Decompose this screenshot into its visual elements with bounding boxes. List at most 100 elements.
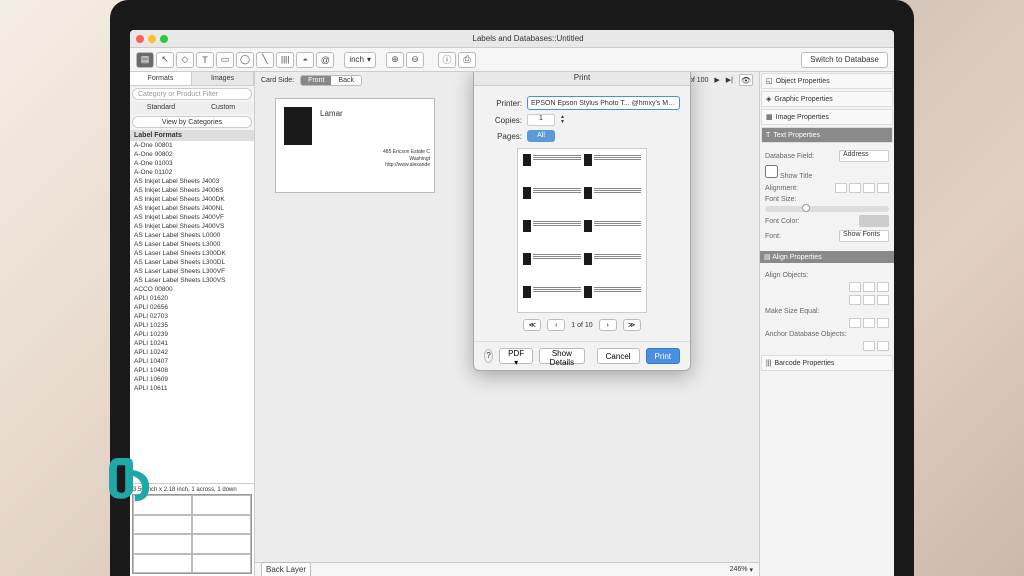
list-item[interactable]: AS Inkjet Label Sheets J400DK	[130, 195, 254, 204]
list-item[interactable]: AS Laser Label Sheets L300DK	[130, 249, 254, 258]
list-item[interactable]: APLI 02656	[130, 303, 254, 312]
subtab-custom[interactable]: Custom	[192, 102, 254, 114]
show-fonts-button[interactable]: Show Fonts	[839, 230, 889, 242]
switch-database-button[interactable]: Switch to Database	[801, 52, 888, 68]
list-item[interactable]: AS Inkjet Label Sheets J4006S	[130, 186, 254, 195]
list-item[interactable]: A-One 01003	[130, 159, 254, 168]
pages-select[interactable]: All	[527, 130, 555, 142]
rect-tool-icon[interactable]: ▭	[216, 52, 234, 68]
back-tab[interactable]: Back	[331, 76, 361, 85]
fontcolor-swatch[interactable]	[859, 215, 889, 227]
shape-tool-icon[interactable]: ◇	[176, 52, 194, 68]
align-obj-6-icon[interactable]	[877, 295, 889, 305]
list-item[interactable]: APLI 10408	[130, 366, 254, 375]
layer-select[interactable]: Back Layer	[261, 562, 311, 576]
list-item[interactable]: AS Inkjet Label Sheets J4003	[130, 177, 254, 186]
list-item[interactable]: A-One 00802	[130, 150, 254, 159]
size-3-icon[interactable]	[877, 318, 889, 328]
list-item[interactable]: AS Laser Label Sheets L300VS	[130, 276, 254, 285]
page-next-button[interactable]: ›	[599, 319, 617, 331]
front-tab[interactable]: Front	[301, 76, 331, 85]
page-last-button[interactable]: ≫	[623, 319, 641, 331]
align-obj-5-icon[interactable]	[863, 295, 875, 305]
list-item[interactable]: APLI 10235	[130, 321, 254, 330]
list-item[interactable]: AS Laser Label Sheets L300DL	[130, 258, 254, 267]
card-address[interactable]: 485 Ericson Estate C Washingt http://www…	[280, 149, 430, 169]
image-properties-panel[interactable]: ▦Image Properties	[761, 109, 893, 125]
list-item[interactable]: APLI 10239	[130, 330, 254, 339]
document-tool-icon[interactable]: ▤	[136, 52, 154, 68]
record-last-icon[interactable]: ▶|	[726, 76, 733, 84]
db-field-select[interactable]: Address	[839, 150, 889, 162]
size-2-icon[interactable]	[863, 318, 875, 328]
align-obj-1-icon[interactable]	[849, 282, 861, 292]
object-properties-panel[interactable]: ◱Object Properties	[761, 73, 893, 89]
text-tool-icon[interactable]: T	[196, 52, 214, 68]
minimize-window-button[interactable]	[148, 35, 156, 43]
list-item[interactable]: AS Inkjet Label Sheets J400VF	[130, 213, 254, 222]
pdf-button[interactable]: PDF ▾	[499, 348, 533, 364]
line-tool-icon[interactable]: ╲	[256, 52, 274, 68]
list-item[interactable]: APLI 10241	[130, 339, 254, 348]
list-item[interactable]: ACCO 00800	[130, 285, 254, 294]
oval-tool-icon[interactable]: ◯	[236, 52, 254, 68]
list-item[interactable]: A-One 01102	[130, 168, 254, 177]
align-left-icon[interactable]	[835, 183, 847, 193]
align-center-icon[interactable]	[849, 183, 861, 193]
printer-select[interactable]: EPSON Epson Stylus Photo T... @hmxy's Ma…	[527, 96, 680, 110]
show-details-button[interactable]: Show Details	[539, 348, 585, 364]
list-item[interactable]: APLI 10407	[130, 357, 254, 366]
list-item[interactable]: APLI 10242	[130, 348, 254, 357]
text-properties-panel[interactable]: TText Properties	[761, 127, 893, 143]
record-next-icon[interactable]: ▶	[714, 76, 719, 84]
card-photo[interactable]	[284, 107, 312, 145]
list-item[interactable]: AS Inkjet Label Sheets J400VS	[130, 222, 254, 231]
cancel-button[interactable]: Cancel	[597, 348, 640, 364]
maximize-window-button[interactable]	[160, 35, 168, 43]
list-item[interactable]: APLI 02703	[130, 312, 254, 321]
fontsize-slider[interactable]	[765, 206, 889, 212]
zoom-in-icon[interactable]: ⊕	[386, 52, 404, 68]
align-obj-2-icon[interactable]	[863, 282, 875, 292]
page-first-button[interactable]: ≪	[523, 319, 541, 331]
barcode-tool-icon[interactable]: ||||	[276, 52, 294, 68]
tab-formats[interactable]: Formats	[130, 72, 192, 85]
close-window-button[interactable]	[136, 35, 144, 43]
list-item[interactable]: APLI 01620	[130, 294, 254, 303]
list-item[interactable]: AS Laser Label Sheets L300VF	[130, 267, 254, 276]
align-obj-4-icon[interactable]	[849, 295, 861, 305]
zoom-dropdown-icon[interactable]: ▾	[749, 566, 753, 574]
list-item[interactable]: APLI 10609	[130, 375, 254, 384]
eye-icon[interactable]: 👁	[739, 74, 753, 86]
view-by-categories-button[interactable]: View by Categories	[132, 116, 252, 128]
barcode-properties-panel[interactable]: |||Barcode Properties	[761, 355, 893, 371]
list-item[interactable]: AS Laser Label Sheets L0000	[130, 231, 254, 240]
at-tool-icon[interactable]: @	[316, 52, 334, 68]
size-1-icon[interactable]	[849, 318, 861, 328]
copies-down-icon[interactable]: ▼	[560, 120, 565, 125]
anchor-1-icon[interactable]	[863, 341, 875, 351]
anchor-2-icon[interactable]	[877, 341, 889, 351]
card-name[interactable]: Lamar	[320, 109, 430, 118]
align-right-icon[interactable]	[863, 183, 875, 193]
help-button[interactable]: ?	[484, 349, 493, 363]
align-justify-icon[interactable]	[877, 183, 889, 193]
unit-select[interactable]: inch▾	[344, 52, 376, 68]
tab-images[interactable]: Images	[192, 72, 254, 85]
list-item[interactable]: AS Inkjet Label Sheets J400NL	[130, 204, 254, 213]
list-item[interactable]: A-One 00801	[130, 141, 254, 150]
print-button[interactable]: Print	[646, 348, 680, 364]
print-icon[interactable]: ⎙	[458, 52, 476, 68]
color-tool-icon[interactable]: ◓	[296, 52, 314, 68]
zoom-out-icon[interactable]: ⊖	[406, 52, 424, 68]
subtab-standard[interactable]: Standard	[130, 102, 192, 114]
page-prev-button[interactable]: ‹	[547, 319, 565, 331]
align-obj-3-icon[interactable]	[877, 282, 889, 292]
copies-input[interactable]: 1	[527, 114, 555, 126]
search-input[interactable]: Category or Product Filter	[132, 88, 252, 100]
align-properties-header[interactable]: ▤ Align Properties	[760, 251, 894, 263]
pointer-tool-icon[interactable]: ↖	[156, 52, 174, 68]
graphic-properties-panel[interactable]: ◈Graphic Properties	[761, 91, 893, 107]
format-list[interactable]: A-One 00801 A-One 00802 A-One 01003 A-On…	[130, 141, 254, 483]
label-card[interactable]: Lamar 485 Ericson Estate C Washingt http…	[275, 98, 435, 193]
